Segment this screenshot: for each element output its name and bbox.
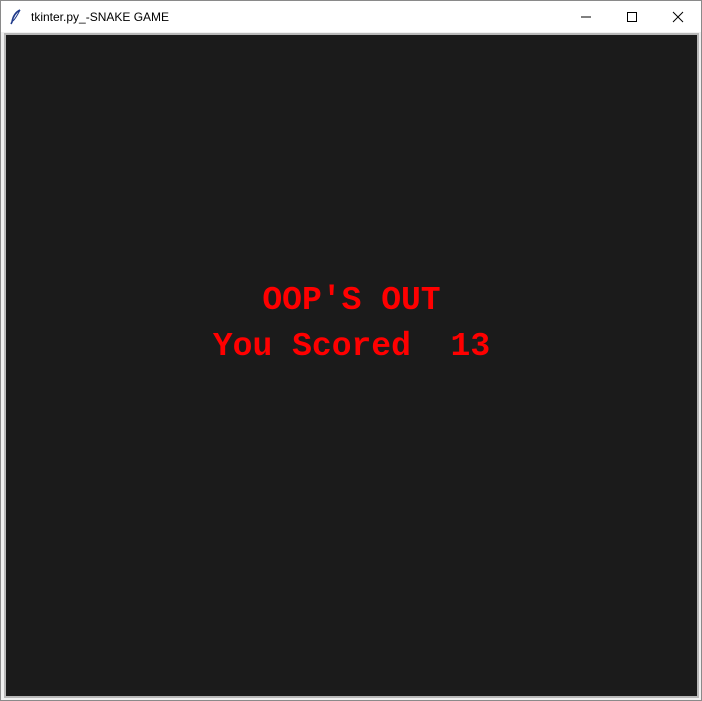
score-message: You Scored 13: [212, 328, 491, 365]
window-title: tkinter.py_-SNAKE GAME: [31, 9, 170, 24]
minimize-icon[interactable]: [563, 1, 609, 32]
window-controls: [563, 1, 701, 32]
title-bar[interactable]: tkinter.py_-SNAKE GAME: [1, 1, 701, 32]
app-window: tkinter.py_-SNAKE GAME OOP'S OUT You Sco…: [0, 0, 702, 701]
feather-icon: [1, 1, 31, 32]
game-canvas[interactable]: OOP'S OUT You Scored 13: [4, 33, 699, 698]
game-over-message: OOP'S OUT: [262, 282, 441, 319]
close-icon[interactable]: [655, 1, 701, 32]
maximize-icon[interactable]: [609, 1, 655, 32]
